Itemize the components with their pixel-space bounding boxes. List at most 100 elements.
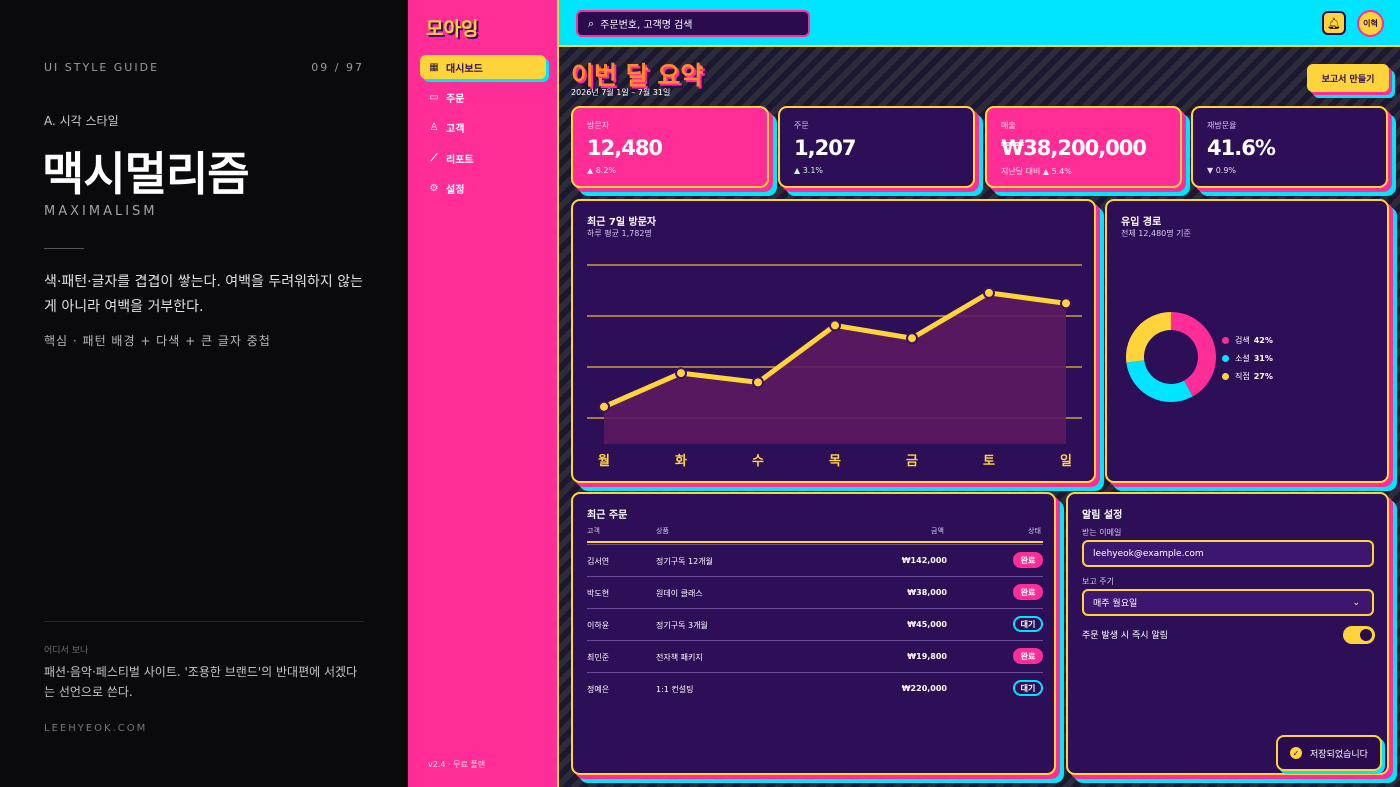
toggle-knob bbox=[1360, 629, 1372, 641]
chart-icon: ⟋ bbox=[430, 152, 438, 164]
legend-value: 42% bbox=[1253, 335, 1273, 345]
kpi-label: 매출 bbox=[1001, 121, 1016, 130]
col-header-status: 상태 bbox=[1028, 527, 1041, 535]
data-point bbox=[675, 367, 687, 380]
instant-alert-toggle[interactable] bbox=[1343, 626, 1375, 644]
email-value: leehyeok@example.com bbox=[1093, 548, 1204, 559]
kpi-card-visitors: 방문자 12,480 ▲ 8.2% bbox=[571, 106, 769, 188]
nav-label: 주문 bbox=[446, 93, 465, 105]
nav-item-orders[interactable]: ▭ 주문 bbox=[420, 85, 546, 109]
data-point bbox=[983, 286, 995, 299]
legend-value: 27% bbox=[1253, 371, 1273, 381]
create-report-button[interactable]: 보고서 만들기 bbox=[1307, 64, 1389, 92]
x-tick-label: 수 bbox=[752, 454, 764, 469]
cell-customer: 김서연 bbox=[587, 557, 610, 566]
data-point bbox=[752, 376, 764, 389]
table-row[interactable]: 김서연 정기구독 12개월 ₩142,000 완료 bbox=[587, 544, 1043, 576]
main-content: ⌕ 주문번호, 고객명 검색 🔔︎ 이혁 이번 달 요약 2026년 7월 1일… bbox=[559, 0, 1400, 787]
orders-title: 최근 주문 bbox=[587, 510, 628, 521]
period-value: 매주 월요일 bbox=[1093, 599, 1138, 609]
usage-text: 패션·음악·페스티벌 사이트. '조용한 브랜드'의 반대편에 서겠다는 선언으… bbox=[44, 665, 358, 699]
chevron-down-icon: ⌄ bbox=[1352, 597, 1360, 608]
x-tick-label: 월 bbox=[598, 453, 610, 469]
traffic-source-card: 유입 경로 전체 12,480명 기준 검색 42% 소셜 31% 직접 27% bbox=[1105, 199, 1389, 483]
nav-item-settings[interactable]: ⚙ 설정 bbox=[420, 176, 546, 200]
nav-item-customers[interactable]: ♙ 고객 bbox=[420, 115, 546, 139]
cell-customer: 이하윤 bbox=[587, 621, 610, 630]
version-label: v2.4 · 무료 플랜 bbox=[428, 760, 486, 769]
nav-item-dashboard[interactable]: ▦ 대시보드 bbox=[420, 55, 546, 79]
nav-label: 리포트 bbox=[446, 154, 474, 166]
user-icon: ♙ bbox=[429, 121, 439, 133]
cell-customer: 최민준 bbox=[587, 653, 610, 662]
site-url: LEEHYEOK.COM bbox=[44, 723, 148, 734]
header-rule bbox=[587, 541, 1043, 543]
check-icon: ✓ bbox=[1290, 747, 1302, 759]
toast-text: 저장되었습니다 bbox=[1310, 749, 1368, 760]
table-row[interactable]: 정예은 1:1 컨설팅 ₩220,000 대기 bbox=[587, 672, 1043, 704]
cell-amount: ₩45,000 bbox=[907, 620, 947, 629]
legend-label: 검색 bbox=[1235, 335, 1250, 345]
kpi-card-revenue: 매출 ₩38,200,000 지난달 대비 ▲ 5.4% bbox=[985, 106, 1182, 188]
donut-legend: 검색 42% 소셜 31% 직접 27% bbox=[1222, 331, 1273, 385]
cell-customer: 정예은 bbox=[587, 685, 610, 694]
x-tick-label: 일 bbox=[1060, 454, 1072, 469]
legend-swatch bbox=[1222, 372, 1229, 380]
alerts-title: 알림 설정 bbox=[1082, 510, 1123, 521]
legend-label: 직접 bbox=[1235, 371, 1250, 381]
legend-item-search: 검색 42% bbox=[1222, 331, 1273, 349]
table-row[interactable]: 이하윤 정기구독 3개월 ₩45,000 대기 bbox=[587, 608, 1043, 640]
search-icon: ⌕ bbox=[588, 16, 595, 30]
kpi-label: 재방문율 bbox=[1207, 121, 1237, 130]
divider bbox=[44, 248, 84, 249]
kpi-change: ▼ 0.9% bbox=[1207, 166, 1237, 175]
cell-amount: ₩38,000 bbox=[907, 588, 947, 597]
bell-icon[interactable]: 🔔︎ bbox=[1322, 11, 1346, 35]
app-logo[interactable]: 모아잉 bbox=[426, 14, 478, 41]
x-tick-label: 토 bbox=[983, 454, 995, 469]
cell-product: 원데이 클래스 bbox=[656, 589, 703, 598]
guide-header: UI STYLE GUIDE 09 / 97 bbox=[44, 61, 364, 74]
cell-amount: ₩142,000 bbox=[901, 556, 947, 565]
email-field[interactable]: leehyeok@example.com bbox=[1082, 540, 1374, 567]
legend-label: 소셜 bbox=[1235, 353, 1250, 363]
style-guide-panel: UI STYLE GUIDE 09 / 97 A. 시각 스타일 맥시멀리즘 M… bbox=[0, 0, 408, 787]
kpi-value: ₩38,200,000 bbox=[1001, 136, 1147, 160]
search-input[interactable]: ⌕ 주문번호, 고객명 검색 bbox=[576, 10, 810, 37]
nav-label: 대시보드 bbox=[446, 63, 483, 75]
table-row[interactable]: 박도현 원데이 클래스 ₩38,000 완료 bbox=[587, 576, 1043, 608]
x-tick-label: 목 bbox=[829, 454, 841, 469]
data-point bbox=[1060, 297, 1072, 310]
report-period-select[interactable]: 매주 월요일 ⌄ bbox=[1082, 589, 1374, 616]
status-badge: 완료 bbox=[1013, 552, 1043, 568]
kpi-change: ▲ 3.1% bbox=[794, 166, 824, 175]
col-header-customer: 고객 bbox=[587, 527, 600, 535]
data-point bbox=[906, 332, 918, 345]
section-label: A. 시각 스타일 bbox=[44, 114, 119, 128]
style-title: 맥시멀리즘 bbox=[42, 147, 250, 201]
kpi-card-orders: 주문 1,207 ▲ 3.1% bbox=[778, 106, 975, 188]
status-badge: 완료 bbox=[1013, 648, 1043, 664]
table-row[interactable]: 최민준 전자책 패키지 ₩19,800 완료 bbox=[587, 640, 1043, 672]
period-label: 보고 주기 bbox=[1082, 577, 1114, 586]
avatar[interactable]: 이혁 bbox=[1357, 10, 1384, 37]
style-title-en: MAXIMALISM bbox=[44, 204, 158, 219]
top-bar: ⌕ 주문번호, 고객명 검색 🔔︎ 이혁 bbox=[559, 0, 1400, 47]
nav-label: 설정 bbox=[446, 184, 465, 196]
cell-product: 정기구독 12개월 bbox=[656, 557, 713, 566]
visitors-chart-card: 최근 7일 방문자 하루 평균 1,782명 월화수목금토일 bbox=[571, 199, 1096, 483]
data-point bbox=[598, 400, 610, 413]
donut-slice bbox=[1126, 312, 1171, 363]
grid-icon: ▦ bbox=[429, 61, 439, 73]
page-counter: 09 / 97 bbox=[311, 61, 364, 74]
nav-item-reports[interactable]: ⟋ 리포트 bbox=[420, 146, 546, 170]
legend-swatch bbox=[1222, 354, 1229, 362]
legend-swatch bbox=[1222, 336, 1229, 344]
visitors-line-chart: 월화수목금토일 bbox=[587, 264, 1082, 469]
kpi-value: 1,207 bbox=[794, 136, 856, 160]
instant-alert-label: 주문 발생 시 즉시 알림 bbox=[1082, 631, 1168, 641]
saved-toast: ✓ 저장되었습니다 bbox=[1276, 735, 1382, 771]
recent-orders-card: 최근 주문 고객 상품 금액 상태 김서연 정기구독 12개월 ₩142,000 완료… bbox=[571, 492, 1056, 775]
search-placeholder: 주문번호, 고객명 검색 bbox=[600, 20, 693, 31]
kpi-value: 41.6% bbox=[1207, 136, 1276, 160]
